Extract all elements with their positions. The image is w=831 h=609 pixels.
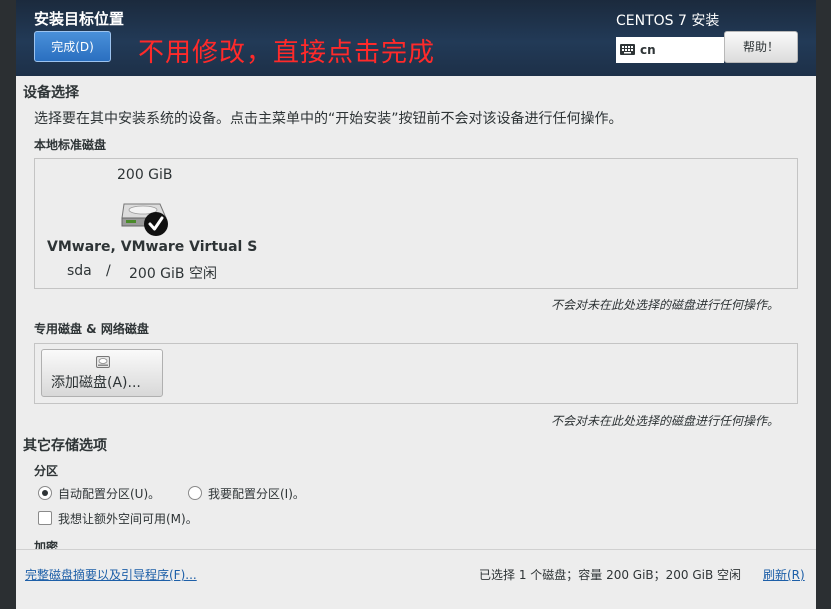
auto-partition-label[interactable]: 自动配置分区(U)。 xyxy=(58,485,160,502)
keyboard-icon xyxy=(620,44,635,55)
manual-partition-radio[interactable] xyxy=(188,486,202,500)
disk-summary-link[interactable]: 完整磁盘摘要以及引导程序(F)... xyxy=(25,566,197,583)
keyboard-layout-label: cn xyxy=(640,43,656,57)
disk-name: VMware, VMware Virtual S xyxy=(47,239,258,255)
special-disks-note: 不会对未在此处选择的磁盘进行任何操作。 xyxy=(551,414,780,428)
extra-space-checkbox[interactable] xyxy=(38,511,52,525)
selection-status: 已选择 1 个磁盘；容量 200 GiB；200 GiB 空闲 xyxy=(479,568,742,582)
manual-partition-label[interactable]: 我要配置分区(I)。 xyxy=(208,485,305,502)
device-selection-description: 选择要在其中安装系统的设备。点击主菜单中的“开始安装”按钮前不会对该设备进行任何… xyxy=(34,111,623,127)
product-title: CENTOS 7 安装 xyxy=(616,13,720,29)
local-disks-title: 本地标准磁盘 xyxy=(34,138,107,152)
disk-icon xyxy=(96,356,110,368)
add-disk-label: 添加磁盘(A)... xyxy=(51,375,141,391)
footer-divider xyxy=(16,549,816,550)
done-button[interactable]: 完成(D) xyxy=(34,31,111,62)
extra-space-label[interactable]: 我想让额外空间可用(M)。 xyxy=(58,510,198,527)
disk-device: sda xyxy=(67,263,92,279)
disk-separator: / xyxy=(106,263,111,279)
auto-partition-radio[interactable] xyxy=(38,486,52,500)
add-disk-button[interactable]: 添加磁盘(A)... xyxy=(41,349,163,397)
refresh-link[interactable]: 刷新(R) xyxy=(763,566,805,583)
hard-disk-checked-icon xyxy=(121,203,168,236)
annotation-text: 不用修改，直接点击完成 xyxy=(138,38,436,68)
disk-size: 200 GiB xyxy=(117,167,173,183)
header-bar: 安装目标位置 完成(D) 不用修改，直接点击完成 CENTOS 7 安装 cn … xyxy=(16,0,816,76)
special-disks-title: 专用磁盘 & 网络磁盘 xyxy=(34,322,149,336)
help-button[interactable]: 帮助！ xyxy=(724,31,798,63)
page-title: 安装目标位置 xyxy=(34,10,125,28)
keyboard-layout-indicator[interactable]: cn xyxy=(616,37,724,63)
other-options-title: 其它存储选项 xyxy=(23,438,107,454)
local-disks-note: 不会对未在此处选择的磁盘进行任何操作。 xyxy=(551,298,780,312)
disk-free-space: 200 GiB 空闲 xyxy=(129,266,217,282)
device-selection-title: 设备选择 xyxy=(23,85,79,101)
partitioning-title: 分区 xyxy=(34,464,59,478)
